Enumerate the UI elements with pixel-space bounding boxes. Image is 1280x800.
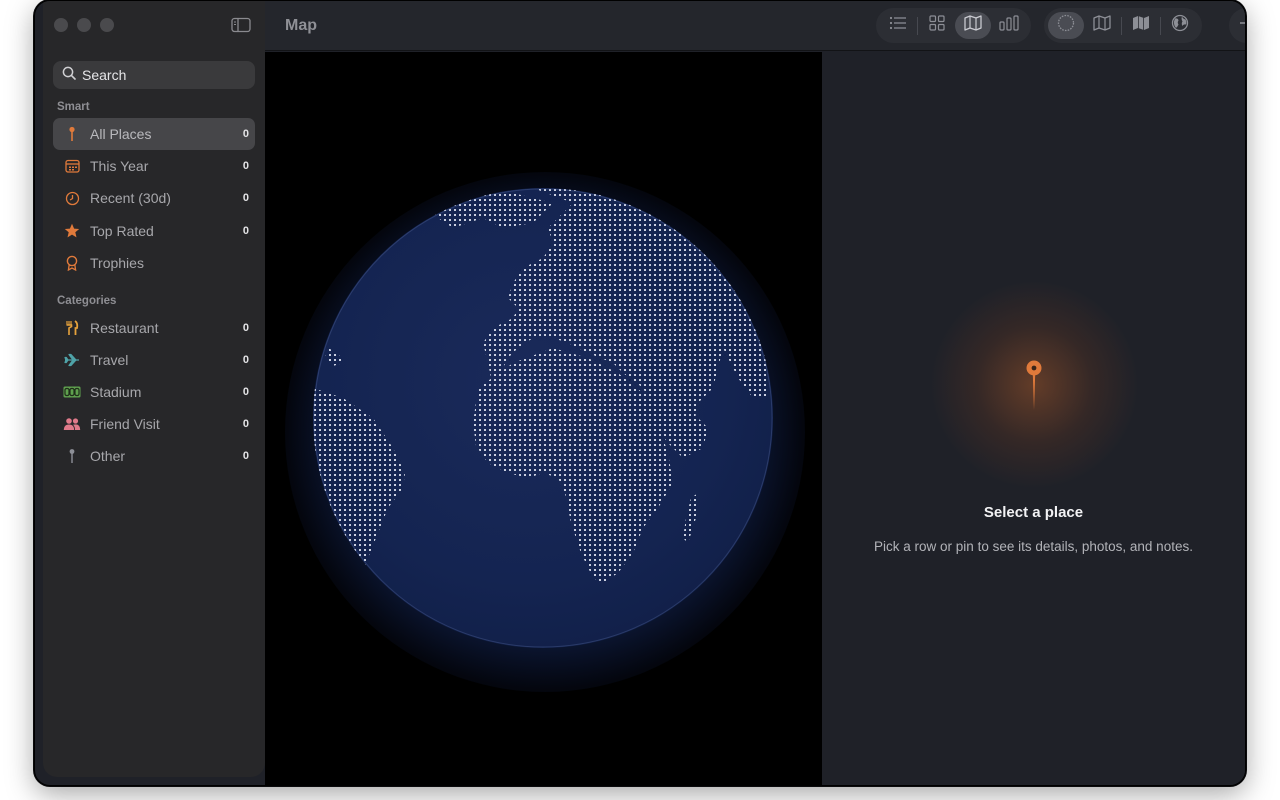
sidebar-item-label: All Places <box>90 126 152 142</box>
sidebar-item-count: 0 <box>242 354 249 366</box>
sidebar: Search Smart All Places 0 This Year 0 Re… <box>43 1 265 777</box>
window-controls <box>54 18 114 32</box>
people-icon <box>63 415 81 433</box>
airplane-icon <box>63 351 81 369</box>
list-icon <box>889 16 907 35</box>
sidebar-item-this-year[interactable]: This Year 0 <box>53 150 255 182</box>
globe-icon <box>1171 14 1189 37</box>
sidebar-item-count: 0 <box>242 322 249 334</box>
calendar-icon <box>63 157 81 175</box>
globe-outline-icon <box>1057 14 1075 37</box>
sidebar-item-label: Other <box>90 448 126 464</box>
toolbar-separator <box>917 16 918 35</box>
trophy-icon <box>63 254 81 272</box>
sidebar-item-label: Restaurant <box>90 320 159 336</box>
clock-icon <box>63 189 81 207</box>
stats-view-button[interactable] <box>991 12 1027 39</box>
categories-section-title: Categories <box>57 295 117 307</box>
chart-icon <box>999 15 1019 36</box>
sidebar-item-count: 0 <box>242 160 249 172</box>
smart-section-title: Smart <box>57 101 90 113</box>
globe-style-button[interactable] <box>1048 12 1084 39</box>
sidebar-item-restaurant[interactable]: Restaurant 0 <box>53 312 255 344</box>
minimize-window-button[interactable] <box>77 18 91 32</box>
sidebar-item-all-places[interactable]: All Places 0 <box>53 118 255 150</box>
sidebar-item-recent[interactable]: Recent (30d) 0 <box>53 182 255 214</box>
globe-landmass <box>313 188 773 648</box>
close-window-button[interactable] <box>54 18 68 32</box>
sidebar-item-count: 0 <box>242 450 249 462</box>
grid-view-button[interactable] <box>919 12 955 39</box>
sidebar-item-label: Friend Visit <box>90 416 160 432</box>
map-icon <box>964 15 982 36</box>
zoom-window-button[interactable] <box>100 18 114 32</box>
search-placeholder: Search <box>82 67 127 83</box>
search-icon <box>62 66 76 85</box>
dotted-globe[interactable] <box>313 188 773 648</box>
sidebar-item-label: Stadium <box>90 384 142 400</box>
sidebar-item-count: 0 <box>242 128 249 140</box>
map-view[interactable] <box>265 52 822 785</box>
star-icon <box>63 222 81 240</box>
pin-icon <box>63 447 81 465</box>
sidebar-item-label: Trophies <box>90 255 144 271</box>
sidebar-item-travel[interactable]: Travel 0 <box>53 344 255 376</box>
plus-icon <box>1239 15 1245 36</box>
map-filled-icon <box>1132 15 1150 36</box>
grid-icon <box>929 15 945 36</box>
sidebar-item-other[interactable]: Other 0 <box>53 440 255 472</box>
pin-icon <box>63 125 81 143</box>
search-input[interactable]: Search <box>53 61 255 89</box>
sidebar-item-label: Travel <box>90 352 129 368</box>
fork-knife-icon <box>63 319 81 337</box>
sidebar-item-label: Top Rated <box>90 223 154 239</box>
sidebar-item-count: 0 <box>242 225 249 237</box>
sidebar-item-label: This Year <box>90 158 149 174</box>
toolbar: Map <box>265 1 1245 51</box>
page-title: Map <box>285 17 317 34</box>
satellite-style-button[interactable] <box>1162 12 1198 39</box>
sidebar-item-stadium[interactable]: Stadium 0 <box>53 376 255 408</box>
sidebar-item-trophies[interactable]: Trophies <box>53 247 255 279</box>
sidebar-item-friend-visit[interactable]: Friend Visit 0 <box>53 408 255 440</box>
empty-state-title: Select a place <box>983 504 1084 521</box>
empty-state-subtitle: Pick a row or pin to see its details, ph… <box>874 539 1193 554</box>
toolbar-separator <box>1121 16 1122 35</box>
view-mode-group <box>876 8 1031 43</box>
sidebar-item-top-rated[interactable]: Top Rated 0 <box>53 215 255 247</box>
list-view-button[interactable] <box>880 12 916 39</box>
map-style-group <box>1044 8 1202 43</box>
add-place-button[interactable] <box>1229 8 1245 43</box>
toolbar-separator <box>1160 16 1161 35</box>
filled-map-style-button[interactable] <box>1123 12 1159 39</box>
location-pin-icon <box>1024 360 1044 417</box>
sidebar-item-label: Recent (30d) <box>90 190 171 206</box>
sidebar-item-count: 0 <box>242 418 249 430</box>
map-view-button[interactable] <box>955 12 991 39</box>
outline-map-style-button[interactable] <box>1084 12 1120 39</box>
sidebar-toggle-icon[interactable] <box>231 17 251 33</box>
scoreboard-icon <box>63 383 81 401</box>
map-outline-icon <box>1093 15 1111 36</box>
sidebar-item-count: 0 <box>242 192 249 204</box>
sidebar-item-count: 0 <box>242 386 249 398</box>
app-window: Search Smart All Places 0 This Year 0 Re… <box>34 0 1246 786</box>
detail-panel: Select a place Pick a row or pin to see … <box>822 52 1245 785</box>
